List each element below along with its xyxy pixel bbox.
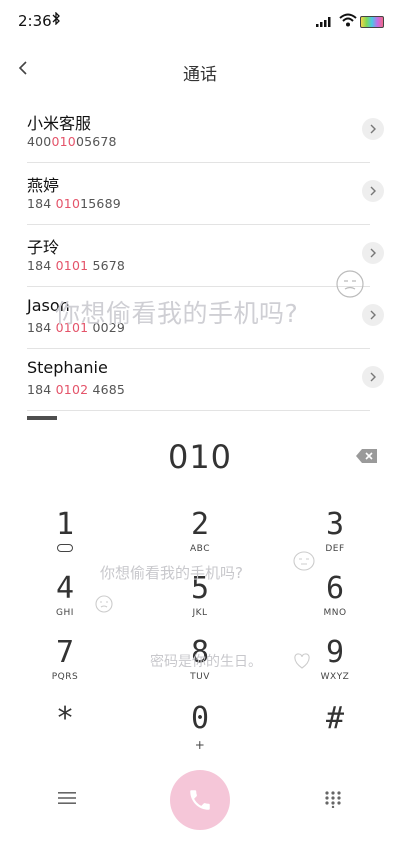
doodle-face-icon [293, 551, 315, 571]
bluetooth-icon [52, 11, 61, 29]
wallpaper-watermark-text: 你想偷看我的手机吗? [100, 564, 243, 582]
key-2[interactable]: 2 ABC [150, 500, 250, 564]
key-1[interactable]: 1 [15, 500, 115, 564]
wifi-icon [339, 13, 357, 27]
contact-number: 184 0101 5678 [27, 258, 126, 273]
doodle-face-icon [95, 595, 113, 613]
dialed-number: 010 [167, 438, 233, 476]
bottom-bar [0, 764, 400, 834]
contact-detail-button[interactable] [362, 118, 384, 140]
contact-number: 184 01015689 [27, 196, 121, 211]
contact-name: Stephanie [27, 358, 108, 377]
chevron-right-icon [370, 124, 376, 134]
dial-display: 010 [0, 430, 400, 486]
keypad-grid-icon[interactable] [324, 790, 342, 808]
wallpaper-watermark-text: 密码是你的生日。 [150, 654, 262, 670]
contact-number: 40001005678 [27, 134, 117, 149]
chevron-right-icon [370, 186, 376, 196]
page-title: 通话 [183, 65, 217, 85]
contact-detail-button[interactable] [362, 304, 384, 326]
key-6[interactable]: 6 MNO [285, 564, 385, 628]
wallpaper-watermark-text: 你想偷看我的手机吗? [55, 299, 299, 328]
header: 通话 [0, 48, 400, 92]
contact-row[interactable]: 燕婷 184 01015689 [27, 164, 384, 225]
signal-icon [316, 17, 331, 27]
chevron-right-icon [370, 248, 376, 258]
key-star[interactable]: * [15, 694, 115, 758]
contact-list[interactable]: 小米客服 40001005678 燕婷 184 01015689 子玲 184 … [0, 102, 400, 420]
contact-row[interactable]: Stephanie 184 0102 4685 [27, 350, 384, 411]
voicemail-icon [57, 544, 73, 552]
contact-name: 小米客服 [27, 114, 92, 133]
doodle-heart-icon [294, 653, 310, 669]
status-bar: 2:36 [0, 0, 400, 42]
call-button[interactable] [170, 770, 230, 830]
keypad: 1 2 ABC 3 DEF 4 GHI 5 JKL 6 MNO 7 PQRS 8… [0, 500, 400, 762]
key-0[interactable]: 0 + [150, 694, 250, 758]
chevron-right-icon [370, 372, 376, 382]
backspace-icon[interactable] [355, 448, 379, 464]
phone-icon [190, 790, 210, 810]
partial-contact-name [27, 416, 57, 420]
contact-name: 子玲 [27, 238, 60, 257]
menu-icon[interactable] [58, 790, 76, 806]
contact-number: 184 0102 4685 [27, 382, 126, 397]
contact-detail-button[interactable] [362, 242, 384, 264]
battery-icon [360, 16, 384, 28]
chevron-right-icon [370, 310, 376, 320]
contact-name: 燕婷 [27, 176, 60, 195]
contact-row[interactable]: 子玲 184 0101 5678 [27, 226, 384, 287]
contact-row[interactable]: 小米客服 40001005678 [27, 102, 384, 163]
doodle-face-icon [336, 270, 364, 298]
contact-detail-button[interactable] [362, 366, 384, 388]
key-hash[interactable]: # [285, 694, 385, 758]
key-7[interactable]: 7 PQRS [15, 628, 115, 692]
status-time: 2:36 [18, 12, 52, 30]
contact-detail-button[interactable] [362, 180, 384, 202]
